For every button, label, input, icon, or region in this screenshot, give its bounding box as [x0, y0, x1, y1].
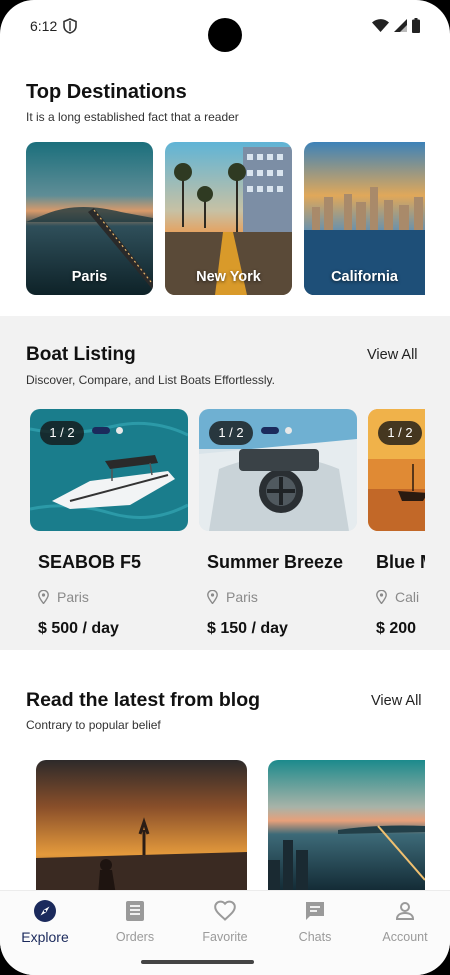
boat-location: Paris [207, 589, 258, 605]
battery-icon [412, 18, 420, 33]
boat-card[interactable]: 1 / 2 SEABOB F5 Paris $ 500 / day [30, 409, 188, 637]
chat-icon [306, 902, 324, 920]
boat-card[interactable]: 1 / 2 Blue M Cali $ 200 [368, 409, 425, 649]
destination-card-new-york[interactable]: New York [165, 142, 292, 295]
boat-location-text: Cali [395, 589, 420, 605]
boat-location-text: Paris [226, 589, 258, 605]
nav-orders[interactable]: Orders [90, 899, 180, 944]
image-pager: 1 / 2 [378, 421, 422, 445]
phone-screen: 6:12 Top Destinations It is a long estab… [0, 0, 450, 975]
system-icons [372, 18, 420, 33]
nav-label: Account [382, 930, 428, 944]
status-bar: 6:12 [0, 0, 450, 52]
destinations-subtitle: It is a long established fact that a rea… [26, 110, 239, 124]
status-time: 6:12 [30, 18, 58, 34]
location-pin-icon [376, 590, 387, 604]
blog-subtitle: Contrary to popular belief [26, 718, 161, 732]
boat-location-text: Paris [57, 589, 89, 605]
nav-label: Explore [21, 929, 69, 945]
pager-dot-active [92, 427, 110, 434]
boat-name: Summer Breeze [207, 552, 344, 572]
boat-location: Cali [376, 589, 419, 605]
pager-dot [285, 427, 292, 434]
destination-label: New York [196, 269, 261, 285]
blog-title: Read the latest from blog [26, 689, 261, 711]
nav-explore[interactable]: Explore [0, 899, 90, 945]
destination-card-california[interactable]: California [304, 142, 425, 295]
pager-dots [261, 427, 292, 434]
nav-label: Orders [115, 930, 155, 944]
signal-icon [394, 19, 407, 32]
pager-dot [116, 427, 123, 434]
image-pager: 1 / 2 [40, 421, 84, 445]
boat-image[interactable]: 1 / 2 [199, 409, 357, 531]
nav-favorite[interactable]: Favorite [180, 899, 270, 944]
boat-price: $ 150 / day [207, 620, 288, 637]
nav-account[interactable]: Account [360, 899, 450, 944]
orders-icon [126, 901, 144, 921]
compass-icon [34, 900, 56, 922]
blog-photo-bay [268, 760, 425, 895]
nav-label: Chats [298, 930, 332, 944]
nav-label: Favorite [202, 930, 248, 944]
blog-card[interactable] [36, 760, 247, 895]
boats-title: Boat Listing [26, 344, 136, 365]
destination-label: California [331, 269, 398, 285]
blog-view-all-button[interactable]: View All [371, 693, 422, 709]
blog-card[interactable] [268, 760, 425, 895]
boats-view-all-button[interactable]: View All [367, 347, 418, 363]
heart-icon [214, 900, 236, 921]
home-indicator[interactable] [141, 960, 254, 964]
pager-dot-active [261, 427, 279, 434]
boat-price: $ 500 / day [38, 620, 119, 637]
account-icon [395, 902, 415, 920]
blog-photo-sunset [36, 760, 247, 895]
boat-image[interactable]: 1 / 2 [368, 409, 425, 531]
shield-icon [63, 18, 77, 34]
boat-location: Paris [38, 589, 89, 605]
location-pin-icon [38, 590, 49, 604]
image-pager: 1 / 2 [209, 421, 253, 445]
boat-name: SEABOB F5 [38, 552, 142, 572]
pager-dots [92, 427, 123, 434]
boat-price: $ 200 [376, 620, 417, 637]
boat-card[interactable]: 1 / 2 Summer Breeze Paris $ 150 / day [199, 409, 357, 637]
boat-listing-section: Boat Listing View All Discover, Compare,… [0, 316, 450, 650]
boat-name: Blue M [376, 552, 425, 572]
destination-label: Paris [71, 269, 108, 285]
boats-subtitle: Discover, Compare, and List Boats Effort… [26, 373, 275, 387]
location-pin-icon [207, 590, 218, 604]
nav-chats[interactable]: Chats [270, 899, 360, 944]
destination-card-paris[interactable]: Paris [26, 142, 153, 295]
camera-cutout [208, 18, 242, 52]
boat-image[interactable]: 1 / 2 [30, 409, 188, 531]
wifi-icon [372, 19, 389, 32]
destinations-title: Top Destinations [26, 81, 187, 103]
